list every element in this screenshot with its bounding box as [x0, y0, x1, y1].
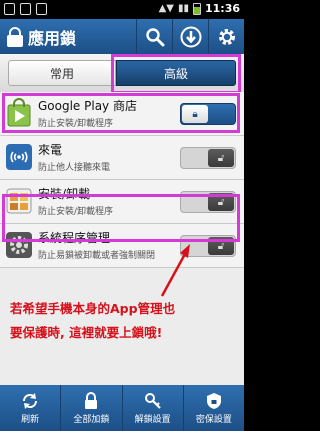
lock-all-label: 全部加鎖 — [73, 414, 110, 425]
unlock-settings-button[interactable]: 解鎖設置 — [123, 385, 184, 431]
refresh-button[interactable]: 刷新 — [0, 385, 62, 431]
arrow-icon — [160, 244, 190, 297]
annotation-line-2: 要保護時, 這裡就要上鎖哦! — [10, 325, 163, 340]
refresh-icon — [23, 392, 38, 409]
password-settings-label: 密保設置 — [195, 414, 232, 425]
lock-all-button[interactable]: 全部加鎖 — [61, 385, 123, 431]
unlock-all-icon — [144, 392, 161, 409]
annotation-line-1: 若希望手機本身的App管理也 — [10, 301, 176, 316]
refresh-label: 刷新 — [21, 414, 40, 425]
unlock-settings-label: 解鎖設置 — [134, 414, 171, 425]
bottom-toolbar: 刷新 全部加鎖 解鎖設置 密保設置 — [0, 385, 244, 431]
password-settings-icon — [206, 392, 221, 409]
password-settings-button[interactable]: 密保設置 — [184, 385, 244, 431]
lock-all-icon — [85, 391, 98, 409]
